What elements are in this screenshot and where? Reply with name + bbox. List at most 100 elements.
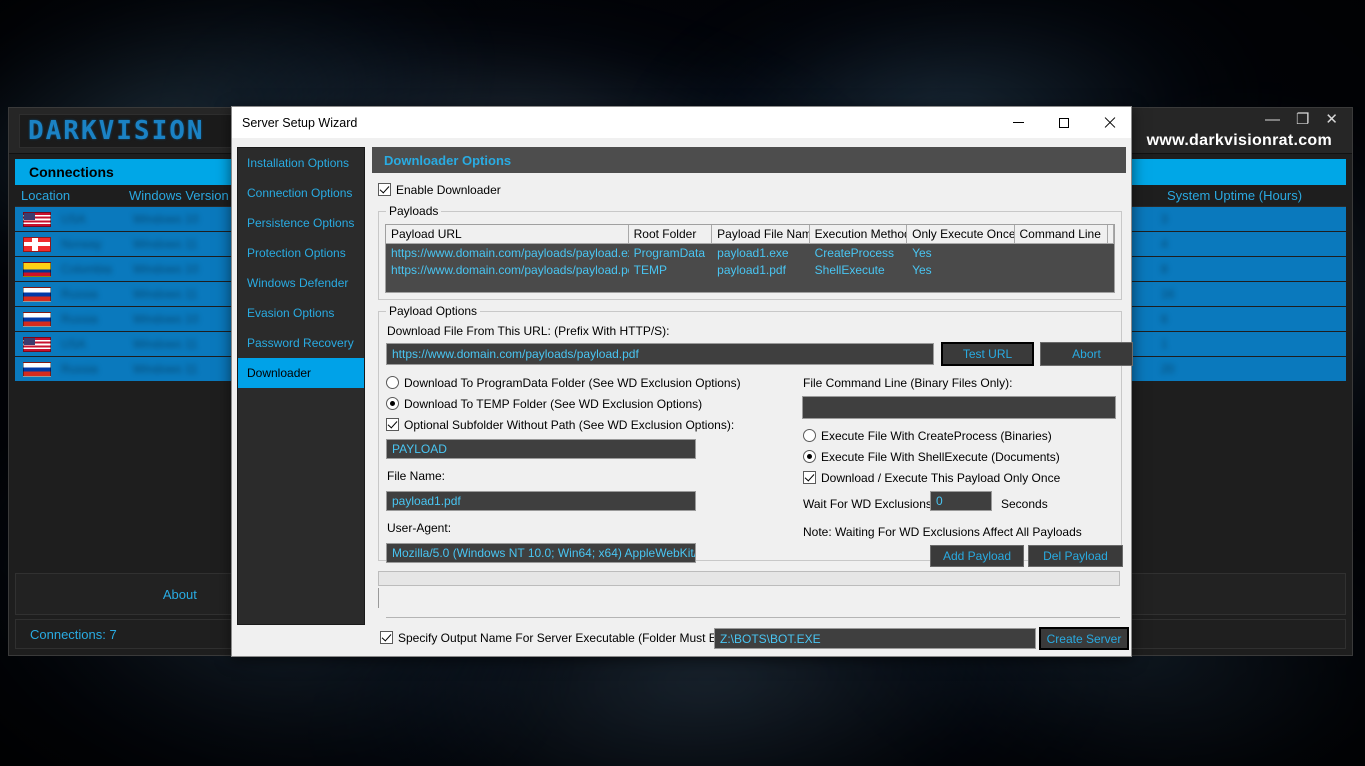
cell-location: Russia [61, 362, 98, 376]
column-header-system-uptime[interactable]: System Uptime (Hours) [1161, 188, 1346, 203]
radio-execute-shellexecute[interactable]: Execute File With ShellExecute (Document… [803, 450, 1060, 463]
cell-file-name: payload1.exe [717, 245, 789, 260]
file-command-line-label: File Command Line (Binary Files Only): [803, 376, 1013, 390]
column-header-payload-file-name[interactable]: Payload File Name [712, 225, 810, 244]
maximize-icon [1058, 117, 1069, 128]
cell-location: Russia [61, 312, 98, 326]
checkbox-icon [803, 471, 816, 484]
flag-icon [23, 286, 51, 302]
enable-downloader-checkbox[interactable]: Enable Downloader [378, 183, 501, 196]
radio-execute-createprocess[interactable]: Execute File With CreateProcess (Binarie… [803, 429, 1052, 442]
radio-icon [386, 397, 399, 410]
sidebar-item-label: Persistence Options [247, 216, 355, 230]
abort-button[interactable]: Abort [1040, 342, 1133, 366]
column-header-location[interactable]: Location [15, 188, 123, 203]
cell-location: Colombia [61, 262, 112, 276]
close-icon[interactable]: ✕ [1325, 112, 1338, 127]
sidebar-item-label: Connection Options [247, 186, 353, 200]
flag-icon [23, 336, 51, 352]
server-setup-wizard-dialog[interactable]: Server Setup Wizard Installation Options… [231, 106, 1133, 657]
test-url-button[interactable]: Test URL [941, 342, 1034, 366]
file-name-input[interactable]: payload1.pdf [386, 491, 696, 511]
payload-options-group: Payload Options Download File From This … [378, 304, 1133, 567]
radio-download-temp[interactable]: Download To TEMP Folder (See WD Exclusio… [386, 397, 702, 410]
radio-download-programdata[interactable]: Download To ProgramData Folder (See WD E… [386, 376, 741, 389]
wd-exclusions-note: Note: Waiting For WD Exclusions Affect A… [803, 525, 1082, 539]
minimize-button[interactable] [996, 107, 1041, 138]
column-header-spacer[interactable] [1108, 225, 1114, 244]
create-server-button[interactable]: Create Server [1039, 627, 1129, 650]
radio-icon [803, 450, 816, 463]
wizard-titlebar[interactable]: Server Setup Wizard [232, 107, 1131, 138]
flag-icon [23, 361, 51, 377]
sidebar-item-persistence-options[interactable]: Persistence Options [238, 208, 364, 238]
payloads-group-label: Payloads [386, 204, 442, 218]
cell-uptime: 8 [1161, 262, 1168, 276]
sidebar-item-label: Evasion Options [247, 306, 335, 320]
cell-root-folder: TEMP [633, 262, 667, 277]
wizard-sidebar[interactable]: Installation Options Connection Options … [237, 147, 365, 625]
sidebar-item-password-recovery[interactable]: Password Recovery [238, 328, 364, 358]
file-command-line-input[interactable] [802, 396, 1116, 419]
column-header-execution-method[interactable]: Execution Method [809, 225, 908, 244]
specify-output-name-checkbox[interactable]: Specify Output Name For Server Executabl… [380, 631, 742, 644]
sidebar-item-connection-options[interactable]: Connection Options [238, 178, 364, 208]
column-header-only-execute-once[interactable]: Only Execute Once [907, 225, 1015, 244]
wait-seconds-input[interactable]: 0 [930, 491, 992, 511]
status-strip [378, 588, 1120, 608]
optional-subfolder-checkbox[interactable]: Optional Subfolder Without Path (See WD … [386, 418, 734, 431]
cell-uptime: 3 [1161, 212, 1168, 226]
cell-location: Norway [61, 237, 102, 251]
flag-icon [23, 211, 51, 227]
payloads-table-header: Payload URL Root Folder Payload File Nam… [386, 225, 1114, 244]
cell-location: USA [61, 212, 86, 226]
minimize-icon[interactable]: — [1265, 112, 1280, 127]
close-button[interactable] [1086, 107, 1131, 138]
download-execute-once-label: Download / Execute This Payload Only Onc… [821, 470, 1061, 485]
cell-uptime: 20 [1161, 362, 1175, 376]
payload-options-group-label: Payload Options [386, 304, 481, 318]
download-url-input[interactable]: https://www.domain.com/payloads/payload.… [386, 343, 934, 365]
cell-execution-method: ShellExecute [814, 262, 885, 277]
table-row[interactable]: https://www.domain.com/payloads/payload.… [386, 244, 1114, 261]
table-row[interactable]: https://www.domain.com/payloads/payload.… [386, 261, 1114, 278]
column-header-root-folder[interactable]: Root Folder [628, 225, 713, 244]
sidebar-item-label: Installation Options [247, 156, 350, 170]
sidebar-item-windows-defender[interactable]: Windows Defender [238, 268, 364, 298]
cell-payload-url: https://www.domain.com/payloads/payload.… [391, 245, 629, 260]
subfolder-input[interactable]: PAYLOAD [386, 439, 696, 459]
maximize-icon[interactable]: ❐ [1296, 112, 1309, 127]
progress-bar [378, 571, 1120, 586]
cell-uptime: 16 [1161, 287, 1175, 301]
radio-icon [386, 376, 399, 389]
output-name-input[interactable]: Z:\BOTS\BOT.EXE [714, 628, 1036, 649]
download-url-label: Download File From This URL: (Prefix Wit… [387, 324, 670, 338]
darkvision-window-controls[interactable]: — ❐ ✕ [1265, 112, 1338, 127]
sidebar-item-protection-options[interactable]: Protection Options [238, 238, 364, 268]
cell-payload-url: https://www.domain.com/payloads/payload.… [391, 262, 629, 277]
sidebar-item-installation-options[interactable]: Installation Options [238, 148, 364, 178]
add-payload-button[interactable]: Add Payload [930, 545, 1024, 567]
optional-subfolder-label: Optional Subfolder Without Path (See WD … [404, 417, 735, 432]
flag-icon [23, 261, 51, 277]
sidebar-item-evasion-options[interactable]: Evasion Options [238, 298, 364, 328]
user-agent-input[interactable]: Mozilla/5.0 (Windows NT 10.0; Win64; x64… [386, 543, 696, 563]
maximize-button[interactable] [1041, 107, 1086, 138]
payloads-table[interactable]: Payload URL Root Folder Payload File Nam… [385, 224, 1115, 293]
cell-spacer [1108, 261, 1114, 278]
cell-uptime: 6 [1161, 312, 1168, 326]
wizard-window-controls[interactable] [996, 107, 1131, 138]
wizard-content-panel: Downloader Options Enable Downloader Pay… [372, 147, 1133, 650]
sidebar-item-downloader[interactable]: Downloader [238, 358, 364, 388]
file-name-label: File Name: [387, 469, 446, 483]
column-header-command-line[interactable]: Command Line [1014, 225, 1108, 244]
del-payload-button[interactable]: Del Payload [1028, 545, 1123, 567]
cell-execution-method: CreateProcess [814, 245, 895, 260]
checkbox-icon [380, 631, 393, 644]
download-execute-once-checkbox[interactable]: Download / Execute This Payload Only Onc… [803, 471, 1060, 484]
column-header-payload-url[interactable]: Payload URL [386, 225, 629, 244]
panel-header-title: Downloader Options [372, 147, 1126, 173]
cell-uptime: 1 [1161, 337, 1168, 351]
cell-only-execute-once: Yes [912, 245, 932, 260]
cell-uptime: 4 [1161, 237, 1168, 251]
